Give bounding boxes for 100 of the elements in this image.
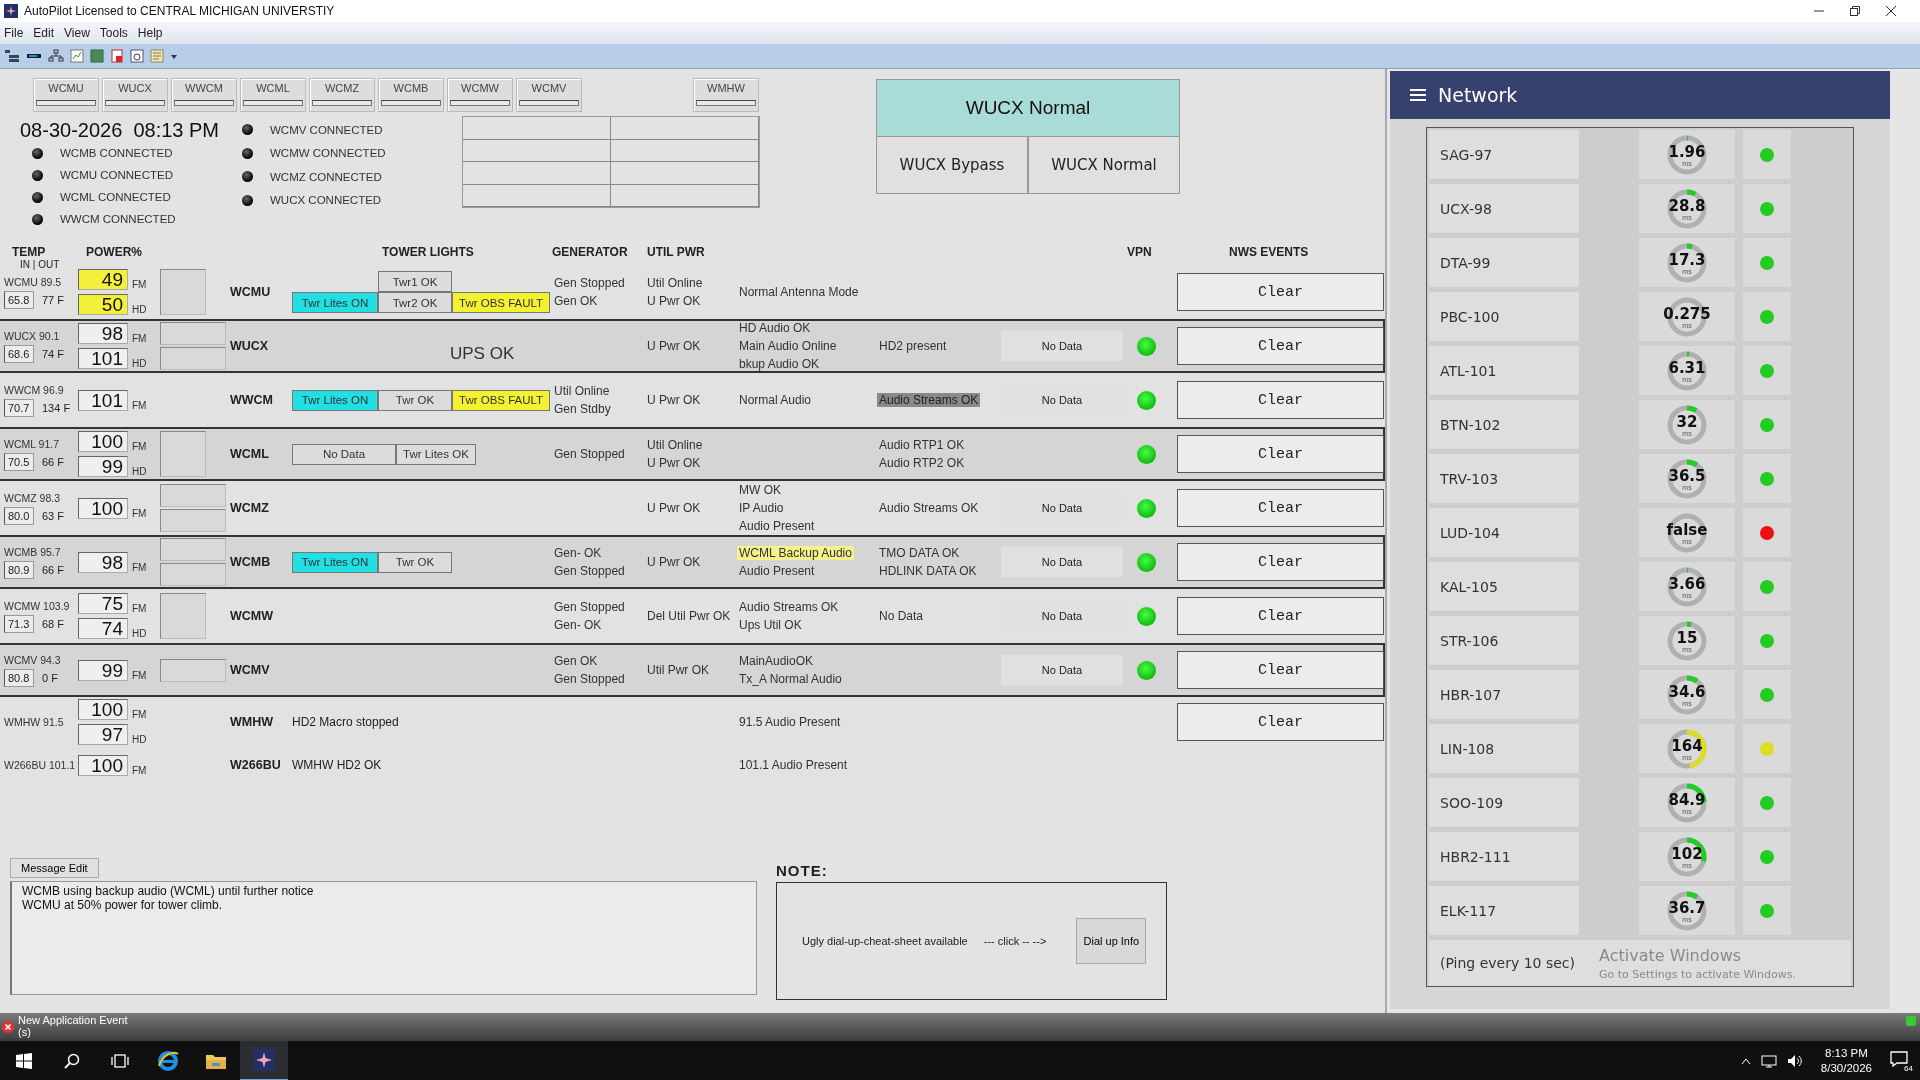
- clear-button[interactable]: Clear: [1177, 327, 1384, 365]
- audio-status: Audio Present: [738, 519, 816, 533]
- document-icon[interactable]: [110, 49, 124, 63]
- message-edit-button[interactable]: Message Edit: [10, 858, 99, 878]
- clear-button[interactable]: Clear: [1177, 703, 1384, 741]
- host-name: ATL-101: [1429, 346, 1579, 395]
- audio-status: Tx_A Normal Audio: [738, 672, 843, 686]
- menu-item[interactable]: File: [4, 26, 24, 40]
- generator-status: Gen Stopped: [554, 672, 626, 686]
- data-field: No Data: [1001, 655, 1123, 685]
- status-bar-indicator: [519, 100, 579, 106]
- menu-item[interactable]: Help: [137, 26, 163, 40]
- message-field[interactable]: WCMB using backup audio (WCML) until further notice WCMU at 50% power for tower climb.: [10, 881, 757, 995]
- power-field: 100: [78, 431, 128, 452]
- generator-status: Gen Stopped: [554, 564, 626, 578]
- station-name: WWCM: [230, 393, 275, 407]
- audio-status: Audio RTP2 OK: [878, 456, 966, 470]
- tower-light-button[interactable]: No Data: [292, 443, 396, 465]
- menu-item[interactable]: Tools: [99, 26, 128, 40]
- band-label: FM: [132, 561, 147, 573]
- mode-button[interactable]: WUCX Bypass: [876, 137, 1028, 194]
- folder-icon[interactable]: [205, 1052, 227, 1070]
- calendar-icon[interactable]: [130, 49, 144, 63]
- close-icon[interactable]: [1886, 6, 1896, 16]
- connection-status: WCMU CONNECTED: [60, 169, 174, 181]
- ping-value: 17.3: [1668, 252, 1706, 268]
- power-field: 100: [78, 699, 128, 720]
- network-icon[interactable]: [48, 49, 64, 63]
- power-status: U Pwr OK: [647, 555, 702, 569]
- clear-button[interactable]: Clear: [1177, 597, 1384, 635]
- station-frequency: WCMW 103.9: [4, 599, 71, 612]
- host-name: SAG-97: [1429, 130, 1579, 179]
- indicator-box: [160, 563, 226, 586]
- temperature-reading: 68 F: [42, 617, 64, 630]
- ping-value: 34.6: [1668, 684, 1706, 700]
- band-label: HD: [132, 734, 147, 745]
- ups-status: UPS OK: [450, 344, 516, 364]
- caret-up-icon[interactable]: [1740, 1057, 1751, 1065]
- status-bar-indicator: [105, 100, 165, 106]
- activation-hint: Go to Settings to activate Windows.: [1599, 968, 1797, 981]
- ping-value: 36.7: [1668, 900, 1706, 916]
- host-name: HBR-107: [1429, 670, 1579, 719]
- indicator-box: [160, 269, 206, 315]
- ping-gauge: [1667, 404, 1707, 445]
- host-name: DTA-99: [1429, 238, 1579, 287]
- power-status: Util Online: [647, 276, 704, 290]
- tower-light-button[interactable]: Twr OK: [378, 389, 452, 411]
- ping-gauge: [1667, 782, 1707, 823]
- column-header: NWS EVENTS: [1228, 244, 1310, 259]
- app-icon[interactable]: [253, 1049, 275, 1071]
- status-bar-indicator: [381, 100, 441, 106]
- task-view-icon[interactable]: [111, 1053, 129, 1069]
- monitor-icon[interactable]: [1760, 1054, 1777, 1068]
- power-field: 49: [78, 269, 128, 290]
- search-icon[interactable]: [64, 1053, 80, 1069]
- browser-icon[interactable]: [157, 1050, 179, 1072]
- power-status: Util Pwr OK: [647, 663, 710, 677]
- host-name: SOO-109: [1429, 778, 1579, 827]
- restore-icon[interactable]: [1850, 6, 1860, 16]
- clear-button[interactable]: Clear: [1177, 273, 1384, 311]
- station-frequency: WCMV 94.3: [4, 653, 62, 666]
- dial-up-info-button[interactable]: Dial up Info: [1076, 918, 1147, 964]
- menu-icon[interactable]: [1410, 88, 1426, 102]
- clear-button[interactable]: Clear: [1177, 489, 1384, 527]
- tower-light-button[interactable]: Twr2 OK: [378, 292, 452, 313]
- audio-status: HDLINK DATA OK: [878, 564, 978, 578]
- station-name: WUCX: [230, 339, 270, 353]
- data-field: No Data: [1001, 331, 1123, 361]
- temperature-reading: 134 F: [42, 401, 71, 414]
- tower-light-button[interactable]: Twr OK: [378, 551, 452, 573]
- chart-icon[interactable]: [70, 49, 84, 63]
- clear-button[interactable]: Clear: [1177, 435, 1384, 473]
- band-label: FM: [132, 279, 147, 290]
- clear-button[interactable]: Clear: [1177, 651, 1384, 689]
- tree-icon[interactable]: [4, 49, 20, 63]
- mode-button[interactable]: WUCX Normal: [1028, 137, 1180, 194]
- clear-button[interactable]: Clear: [1177, 543, 1384, 581]
- tower-light-button[interactable]: Twr Lites ON: [292, 389, 378, 411]
- tower-light-button[interactable]: Twr OBS FAULT: [452, 292, 551, 313]
- column-header: TOWER LIGHTS: [381, 244, 475, 259]
- start-icon[interactable]: [16, 1053, 32, 1069]
- power-field: 75: [78, 593, 128, 614]
- menu-item[interactable]: View: [64, 26, 90, 40]
- clock-time: 8:13 PM: [1825, 1046, 1868, 1061]
- tower-light-button[interactable]: Twr OBS FAULT: [452, 389, 551, 411]
- status-bar-indicator: [243, 100, 303, 106]
- tower-light-button[interactable]: Twr Lites ON: [292, 292, 378, 313]
- menu-item[interactable]: Edit: [33, 26, 55, 40]
- dropdown-caret-icon[interactable]: [170, 52, 178, 60]
- tile-label: WCMW: [461, 82, 499, 94]
- tower-light-button[interactable]: Twr1 OK: [378, 271, 452, 292]
- status-light: [242, 194, 253, 206]
- tower-light-button[interactable]: Twr Lites OK: [396, 443, 476, 465]
- tower-light-button[interactable]: Twr Lites ON: [292, 551, 378, 573]
- ping-gauge: [1667, 620, 1707, 661]
- clear-button[interactable]: Clear: [1177, 381, 1384, 419]
- host-name: TRV-103: [1429, 454, 1579, 503]
- volume-icon[interactable]: [1786, 1054, 1803, 1068]
- activation-watermark: Activate Windows: [1599, 946, 1742, 965]
- notification-icon[interactable]: [1890, 1051, 1908, 1067]
